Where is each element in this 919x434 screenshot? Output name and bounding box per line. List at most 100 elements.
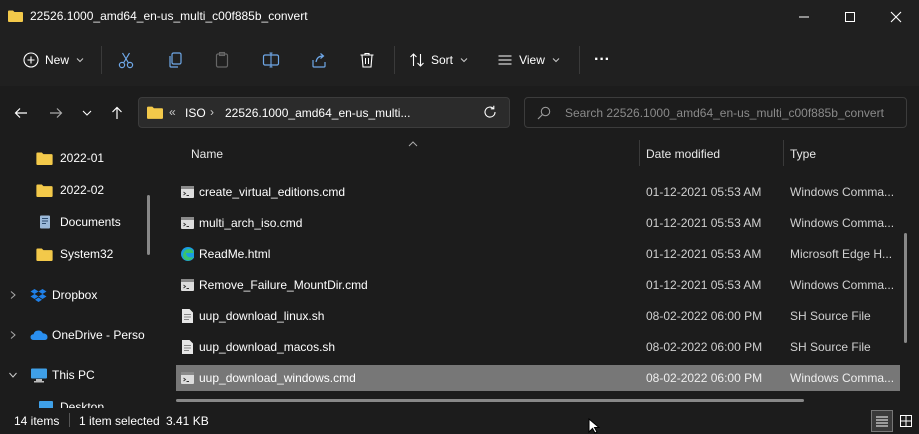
file-name: uup_download_macos.sh [199, 340, 336, 354]
file-row-selected[interactable]: uup_download_windows.cmd 08-02-2022 06:0… [176, 365, 900, 391]
file-date: 01-12-2021 05:53 AM [646, 247, 762, 261]
sort-button[interactable]: Sort [404, 46, 474, 74]
search-placeholder: Search 22526.1000_amd64_en-us_multi_c00f… [565, 106, 884, 120]
view-button[interactable]: View [491, 46, 567, 74]
address-bar[interactable]: « ISO › 22526.1000_amd64_en-us_multi... [138, 97, 510, 128]
cmd-file-icon [181, 217, 194, 229]
more-options-button[interactable]: ··· [588, 46, 616, 74]
tiles-view-icon [900, 415, 912, 427]
tiles-view-button[interactable] [895, 410, 917, 432]
column-header-name[interactable]: Name [191, 147, 223, 161]
nav-item-label: System32 [60, 247, 114, 261]
file-date: 08-02-2022 06:00 PM [646, 340, 763, 354]
maximize-button[interactable] [827, 0, 873, 34]
refresh-icon [484, 105, 496, 118]
paste-icon [215, 51, 229, 68]
new-label: New [44, 53, 69, 67]
nav-item-2022-02[interactable]: 2022-02 [36, 177, 104, 203]
new-button[interactable]: New [14, 46, 94, 74]
close-icon [890, 11, 902, 23]
status-selected: 1 item selected [79, 414, 160, 428]
nav-item-documents[interactable]: Documents [37, 209, 121, 235]
share-button[interactable] [305, 46, 333, 74]
forward-button[interactable] [43, 100, 69, 126]
nav-item-this-pc[interactable]: This PC [8, 362, 95, 388]
maximize-icon [845, 12, 855, 22]
minimize-icon [799, 16, 809, 18]
toolbar-divider [101, 46, 102, 74]
nav-item-onedrive[interactable]: OneDrive - Perso [8, 322, 145, 348]
file-name: uup_download_windows.cmd [199, 371, 356, 385]
chevron-down-icon [460, 58, 468, 63]
chevron-down-icon [82, 110, 92, 116]
status-divider [69, 413, 70, 427]
up-button[interactable] [104, 100, 130, 126]
back-button[interactable] [8, 100, 34, 126]
folder-icon [36, 152, 53, 165]
sort-ascending-icon [408, 141, 418, 147]
cmd-file-icon [181, 279, 194, 291]
chevron-right-icon [10, 291, 16, 299]
text-file-icon [182, 340, 193, 354]
breadcrumb-current[interactable]: 22526.1000_amd64_en-us_multi... [225, 106, 410, 120]
pc-icon [31, 368, 47, 383]
breadcrumb-separator: › [210, 105, 214, 119]
file-row[interactable]: ReadMe.html 01-12-2021 05:53 AM Microsof… [176, 241, 900, 267]
column-divider[interactable] [639, 140, 640, 166]
nav-item-2022-01[interactable]: 2022-01 [36, 145, 104, 171]
vertical-scrollbar[interactable] [904, 233, 907, 343]
copy-button[interactable] [161, 46, 189, 74]
file-date: 08-02-2022 06:00 PM [646, 371, 763, 385]
recent-locations-button[interactable] [74, 100, 100, 126]
nav-scrollbar[interactable] [147, 195, 150, 255]
breadcrumb-iso[interactable]: ISO [185, 106, 206, 120]
refresh-button[interactable] [482, 104, 500, 122]
delete-button[interactable] [353, 46, 381, 74]
onedrive-icon [30, 330, 48, 340]
nav-item-label: Dropbox [52, 288, 98, 302]
folder-icon [36, 184, 53, 197]
file-type: Windows Comma... [790, 278, 895, 292]
paste-button[interactable] [208, 46, 236, 74]
horizontal-scrollbar[interactable] [176, 399, 804, 402]
folder-icon [36, 248, 53, 261]
cmd-file-icon [181, 372, 194, 384]
file-name: Remove_Failure_MountDir.cmd [199, 278, 368, 292]
documents-icon [40, 215, 50, 229]
file-row[interactable]: create_virtual_editions.cmd 01-12-2021 0… [176, 179, 900, 205]
nav-item-label: Desktop [60, 400, 105, 408]
column-divider[interactable] [783, 140, 784, 166]
file-row[interactable]: Remove_Failure_MountDir.cmd 01-12-2021 0… [176, 272, 900, 298]
details-view-button[interactable] [871, 410, 893, 432]
file-row[interactable]: multi_arch_iso.cmd 01-12-2021 05:53 AM W… [176, 210, 900, 236]
folder-icon [147, 106, 163, 119]
file-date: 01-12-2021 05:53 AM [646, 216, 762, 230]
arrow-left-icon [14, 108, 27, 118]
file-row[interactable]: uup_download_linux.sh 08-02-2022 06:00 P… [176, 303, 900, 329]
nav-item-system32[interactable]: System32 [36, 241, 113, 267]
share-icon [312, 53, 326, 68]
navigation-pane: 2022-01 2022-02 Documents System32 Dropb… [0, 140, 160, 408]
scissors-icon [118, 52, 134, 69]
plus-circle-icon [23, 52, 39, 68]
trash-icon [360, 52, 374, 68]
file-name: multi_arch_iso.cmd [199, 216, 303, 230]
cmd-file-icon [181, 186, 194, 198]
cut-button[interactable] [112, 46, 140, 74]
rename-button[interactable] [257, 46, 285, 74]
file-type: Microsoft Edge H... [790, 247, 893, 261]
search-box[interactable]: Search 22526.1000_amd64_en-us_multi_c00f… [524, 97, 907, 128]
column-header-date[interactable]: Date modified [646, 147, 720, 161]
file-name: ReadMe.html [199, 247, 271, 261]
column-header-type[interactable]: Type [790, 147, 816, 161]
nav-item-desktop[interactable]: Desktop [38, 394, 104, 408]
desktop-icon [39, 401, 53, 408]
close-button[interactable] [873, 0, 919, 34]
file-name: uup_download_linux.sh [199, 309, 325, 323]
file-row[interactable]: uup_download_macos.sh 08-02-2022 06:00 P… [176, 334, 900, 360]
nav-item-label: 2022-02 [60, 183, 105, 197]
minimize-button[interactable] [781, 0, 827, 34]
breadcrumb-overflow[interactable]: « [169, 105, 176, 119]
status-item-count: 14 items [14, 414, 60, 428]
nav-item-dropbox[interactable]: Dropbox [8, 282, 97, 308]
